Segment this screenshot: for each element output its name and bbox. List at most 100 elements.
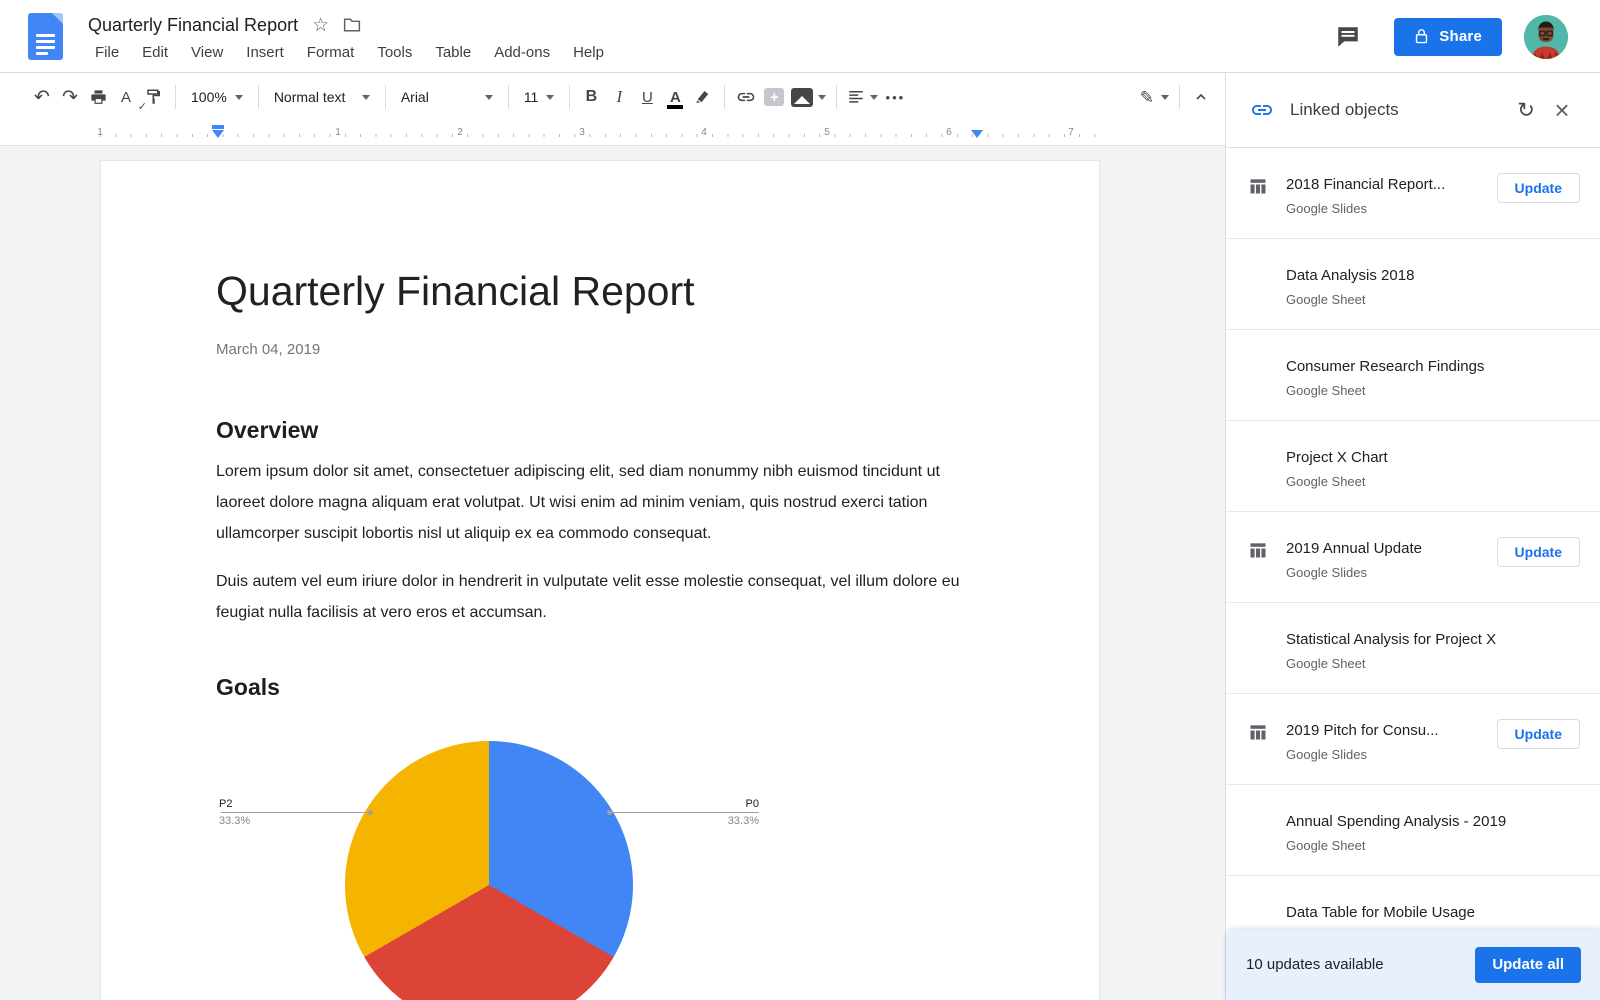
menu-item[interactable]: View bbox=[184, 42, 230, 63]
sheet-pie-icon bbox=[1248, 813, 1268, 833]
document-title[interactable]: Quarterly Financial Report bbox=[88, 15, 298, 36]
open-comments-icon[interactable] bbox=[1328, 17, 1368, 57]
refresh-icon[interactable]: ↻ bbox=[1508, 92, 1544, 128]
current-color-swatch bbox=[667, 105, 683, 109]
redo-button[interactable]: ↷ bbox=[56, 83, 84, 111]
update-button[interactable]: Update bbox=[1497, 719, 1580, 749]
linked-object-row[interactable]: Data Analysis 2018 Google Sheet bbox=[1226, 239, 1600, 330]
more-toolbar-options-button[interactable]: ••• bbox=[881, 83, 909, 111]
linked-object-title: 2019 Annual Update bbox=[1286, 539, 1422, 559]
menu-item[interactable]: Insert bbox=[239, 42, 291, 63]
linked-objects-list: 2018 Financial Report... Google Slides U… bbox=[1226, 148, 1600, 967]
linked-object-title: Data Table for Mobile Usage bbox=[1286, 903, 1475, 923]
ruler-number: 4 bbox=[701, 127, 707, 138]
linked-object-title: Statistical Analysis for Project X bbox=[1286, 630, 1496, 650]
doc-paragraph[interactable]: Lorem ipsum dolor sit amet, consectetuer… bbox=[216, 456, 984, 549]
chevron-down-icon bbox=[870, 95, 878, 100]
add-comment-button[interactable]: + bbox=[760, 83, 788, 111]
editing-mode-button[interactable]: ✎ bbox=[1137, 83, 1172, 111]
update-all-button[interactable]: Update all bbox=[1475, 947, 1581, 983]
document-canvas: Quarterly Financial Report March 04, 201… bbox=[0, 146, 1225, 1000]
linked-object-type: Google Sheet bbox=[1286, 291, 1366, 308]
font-size-select[interactable]: 11 bbox=[516, 83, 563, 111]
chevron-down-icon bbox=[235, 95, 243, 100]
undo-button[interactable]: ↶ bbox=[28, 83, 56, 111]
menu-item[interactable]: Edit bbox=[135, 42, 175, 63]
linked-object-row[interactable]: Statistical Analysis for Project X Googl… bbox=[1226, 603, 1600, 694]
doc-heading-title[interactable]: Quarterly Financial Report bbox=[216, 265, 984, 317]
menu-item[interactable]: Help bbox=[566, 42, 611, 63]
google-docs-logo-icon[interactable] bbox=[28, 13, 63, 60]
close-icon[interactable]: × bbox=[1544, 92, 1580, 128]
lock-icon bbox=[1414, 28, 1429, 45]
right-indent-marker[interactable] bbox=[971, 130, 983, 138]
top-bar: Quarterly Financial Report ☆ File Edit V… bbox=[0, 0, 1600, 73]
linked-object-type: Google Slides bbox=[1286, 564, 1367, 581]
insert-image-button[interactable] bbox=[788, 83, 829, 111]
chevron-down-icon bbox=[818, 95, 826, 100]
linked-object-row[interactable]: Consumer Research Findings Google Sheet bbox=[1226, 330, 1600, 421]
highlight-color-button[interactable] bbox=[689, 83, 717, 111]
spellcheck-button[interactable]: A✓ bbox=[112, 83, 140, 111]
linked-object-type: Google Sheet bbox=[1286, 473, 1366, 490]
update-button[interactable]: Update bbox=[1497, 173, 1580, 203]
linked-object-row[interactable]: Project X Chart Google Sheet bbox=[1226, 421, 1600, 512]
formatting-toolbar: ↶ ↷ A✓ 100% Normal text Arial 11 B I U A… bbox=[0, 73, 1225, 121]
account-avatar[interactable] bbox=[1524, 15, 1568, 59]
zoom-value: 100% bbox=[191, 89, 227, 105]
font-value: Arial bbox=[401, 89, 477, 105]
slides-table-icon bbox=[1248, 722, 1268, 742]
doc-heading-goals[interactable]: Goals bbox=[216, 673, 984, 701]
doc-heading-overview[interactable]: Overview bbox=[216, 416, 984, 444]
chevron-down-icon bbox=[362, 95, 370, 100]
linked-object-title: 2018 Financial Report... bbox=[1286, 175, 1445, 195]
font-size-value: 11 bbox=[524, 89, 539, 105]
underline-button[interactable]: U bbox=[633, 83, 661, 111]
linked-object-title: Project X Chart bbox=[1286, 448, 1388, 468]
horizontal-ruler[interactable]: 1 1 2 3 4 5 6 7 bbox=[0, 121, 1225, 146]
paragraph-style-select[interactable]: Normal text bbox=[266, 83, 378, 111]
print-button[interactable] bbox=[84, 83, 112, 111]
left-indent-marker[interactable] bbox=[212, 130, 224, 138]
linked-object-row[interactable]: Annual Spending Analysis - 2019 Google S… bbox=[1226, 785, 1600, 876]
menu-item[interactable]: File bbox=[88, 42, 126, 63]
menu-item[interactable]: Add-ons bbox=[487, 42, 557, 63]
update-button[interactable]: Update bbox=[1497, 537, 1580, 567]
italic-button[interactable]: I bbox=[605, 83, 633, 111]
updates-available-status: 10 updates available bbox=[1246, 956, 1475, 973]
collapse-toolbar-icon[interactable] bbox=[1187, 83, 1215, 111]
first-line-indent-marker[interactable] bbox=[212, 125, 224, 129]
sheet-pie-icon bbox=[1248, 904, 1268, 924]
sheet-pie-icon bbox=[1248, 631, 1268, 651]
pie-label-p2: P2 bbox=[219, 798, 232, 810]
menu-item[interactable]: Table bbox=[428, 42, 478, 63]
docs-logo-fold bbox=[52, 13, 63, 24]
document-page[interactable]: Quarterly Financial Report March 04, 201… bbox=[100, 160, 1100, 1000]
linked-objects-panel: Linked objects ↻ × 2018 Financial Report… bbox=[1225, 73, 1600, 1000]
star-icon[interactable]: ☆ bbox=[312, 16, 329, 35]
text-color-button[interactable]: A bbox=[661, 83, 689, 111]
linked-object-row[interactable]: 2019 Pitch for Consu... Google Slides Up… bbox=[1226, 694, 1600, 785]
menu-bar: File Edit View Insert Format Tools Table… bbox=[88, 42, 611, 63]
move-folder-icon[interactable] bbox=[343, 17, 361, 33]
ruler-number: 5 bbox=[824, 127, 830, 138]
menu-item[interactable]: Tools bbox=[370, 42, 419, 63]
font-select[interactable]: Arial bbox=[393, 83, 501, 111]
insert-link-button[interactable] bbox=[732, 83, 760, 111]
align-button[interactable] bbox=[844, 83, 881, 111]
doc-date[interactable]: March 04, 2019 bbox=[216, 341, 984, 359]
linked-object-row[interactable]: 2018 Financial Report... Google Slides U… bbox=[1226, 148, 1600, 239]
panel-title: Linked objects bbox=[1290, 100, 1508, 120]
menu-item[interactable]: Format bbox=[300, 42, 362, 63]
share-button[interactable]: Share bbox=[1394, 18, 1502, 56]
linked-object-type: Google Sheet bbox=[1286, 382, 1366, 399]
ruler-number: 3 bbox=[579, 127, 585, 138]
linked-object-type: Google Slides bbox=[1286, 200, 1367, 217]
sheet-pie-icon bbox=[1248, 267, 1268, 287]
bold-button[interactable]: B bbox=[577, 83, 605, 111]
linked-object-row[interactable]: 2019 Annual Update Google Slides Update bbox=[1226, 512, 1600, 603]
zoom-select[interactable]: 100% bbox=[183, 83, 251, 111]
doc-paragraph[interactable]: Duis autem vel eum iriure dolor in hendr… bbox=[216, 566, 984, 628]
pie-chart[interactable] bbox=[345, 741, 633, 1000]
chevron-down-icon bbox=[485, 95, 493, 100]
